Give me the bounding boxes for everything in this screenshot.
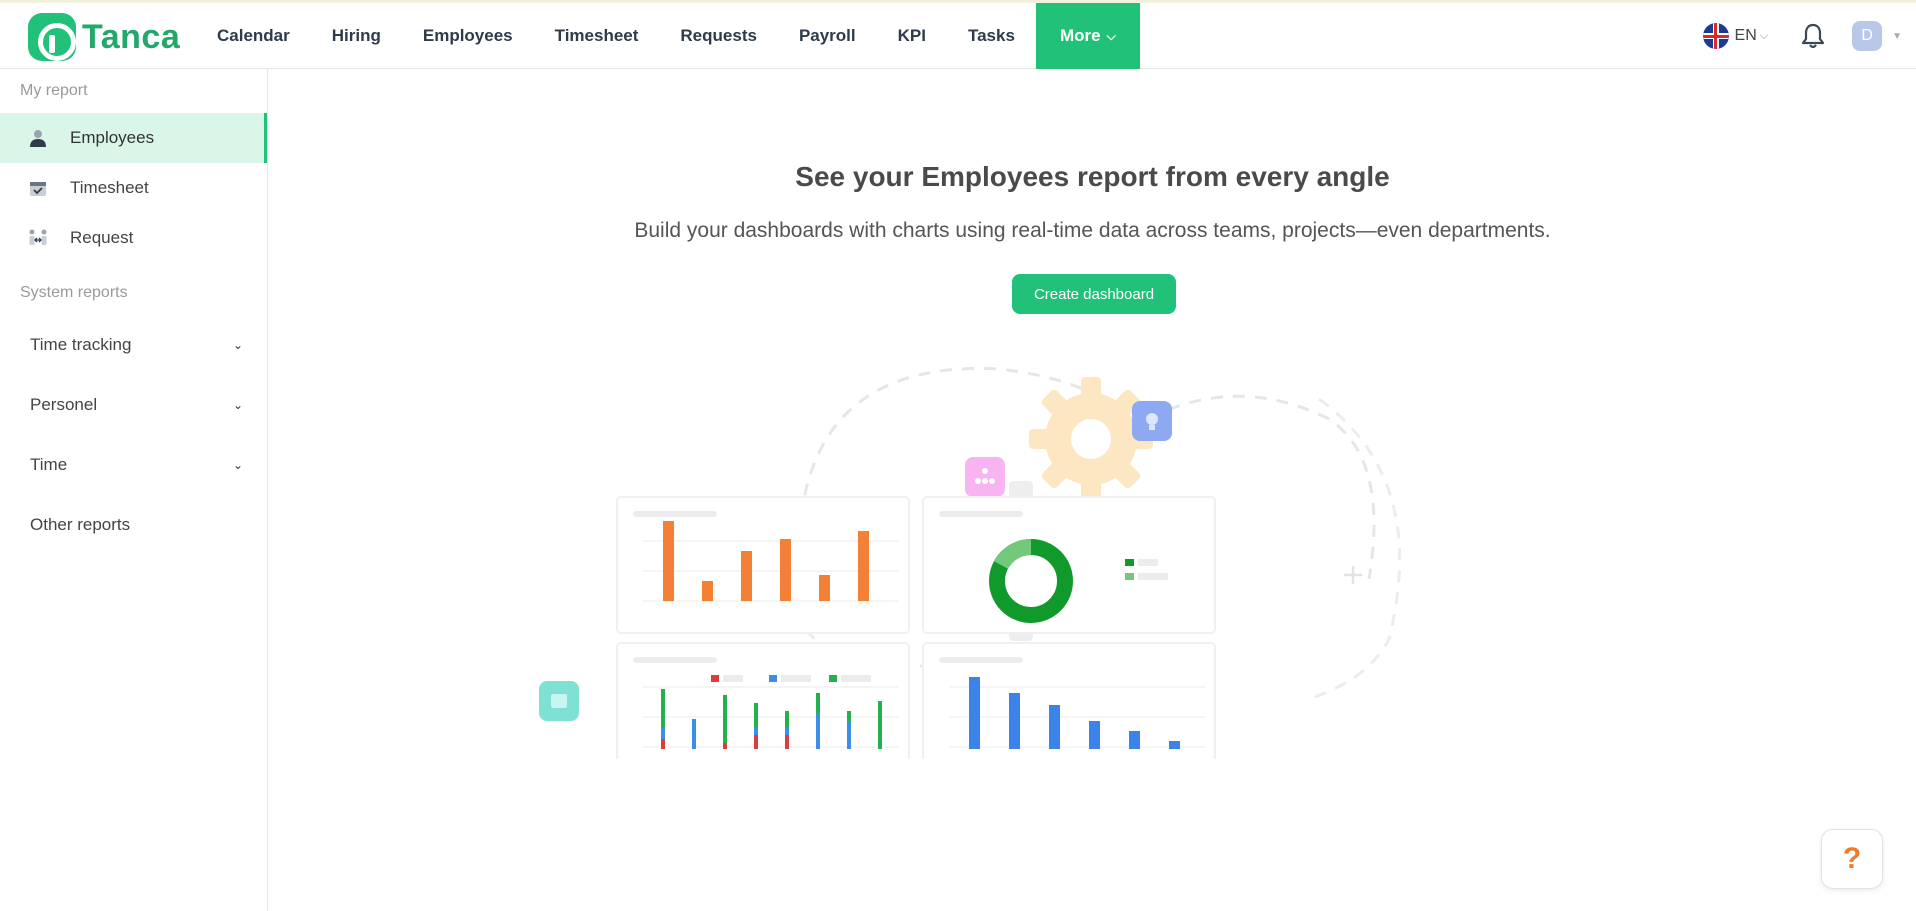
sidebar-item-label: Employees xyxy=(70,128,155,147)
floating-badge-blue xyxy=(1132,401,1172,441)
nav-calendar[interactable]: Calendar xyxy=(196,3,311,69)
sidebar-item-timesheet[interactable]: Timesheet xyxy=(0,163,267,213)
caret-down-icon[interactable]: ▼ xyxy=(1892,31,1902,42)
sidebar-item-other-reports[interactable]: Other reports xyxy=(0,495,267,555)
chevron-down-icon: ⌄ xyxy=(232,398,243,412)
sidebar-dropdown-time-tracking[interactable]: Time tracking ⌄ xyxy=(0,315,267,375)
sidebar-dropdown-label: Time xyxy=(30,455,68,474)
nav-employees[interactable]: Employees xyxy=(402,3,534,69)
main-nav: Calendar Hiring Employees Timesheet Requ… xyxy=(196,3,1140,69)
dashboard-cards-illustration xyxy=(539,401,1216,759)
page-subline: Build your dashboards with charts using … xyxy=(634,219,1551,242)
create-dashboard-button[interactable]: Create dashboard xyxy=(1012,274,1176,314)
nav-more-label: More xyxy=(1059,26,1101,45)
floating-badge-pink xyxy=(965,457,1005,497)
sidebar-dropdown-label: Personel xyxy=(30,395,98,414)
sidebar-item-label: Request xyxy=(70,228,134,247)
sidebar-item-label: Timesheet xyxy=(70,178,149,197)
sidebar-item-label: Other reports xyxy=(30,515,131,534)
sidebar-dropdown-personel[interactable]: Personel ⌄ xyxy=(0,375,267,435)
page-headline: See your Employees report from every ang… xyxy=(795,161,1390,192)
nav-more-button[interactable]: More ⌵ xyxy=(1035,3,1140,69)
nav-kpi[interactable]: KPI xyxy=(877,3,947,69)
nav-timesheet[interactable]: Timesheet xyxy=(534,3,660,69)
system-reports-title: System reports xyxy=(20,284,128,301)
sidebar-item-request[interactable]: Request xyxy=(0,213,267,263)
tanca-logo-icon xyxy=(28,13,76,61)
brand-logo[interactable]: Tanca xyxy=(28,12,180,62)
chevron-down-icon: ⌵ xyxy=(1759,29,1769,42)
uk-flag-icon xyxy=(1702,23,1729,49)
language-selector[interactable]: EN ⌵ xyxy=(1702,23,1769,49)
sidebar-dropdown-time[interactable]: Time ⌄ xyxy=(0,435,267,495)
brand-name: Tanca xyxy=(82,17,181,56)
floating-badge-teal xyxy=(539,681,579,721)
my-report-title: My report xyxy=(20,82,88,99)
user-avatar[interactable]: D xyxy=(1852,21,1883,51)
nav-payroll[interactable]: Payroll xyxy=(778,3,877,69)
header-actions: EN ⌵ D ▼ xyxy=(1702,3,1916,69)
exchange-icon xyxy=(28,228,48,248)
sidebar-dropdown-label: Time tracking xyxy=(30,335,132,354)
nav-hiring[interactable]: Hiring xyxy=(311,3,402,69)
top-navigation-bar: Tanca Calendar Hiring Employees Timeshee… xyxy=(0,0,1916,69)
main-content: See your Employees report from every ang… xyxy=(269,69,1916,911)
report-sidebar: My report Employees Timesheet Request Sy… xyxy=(0,69,268,911)
chevron-down-icon: ⌵ xyxy=(1106,28,1116,43)
notification-bell-icon[interactable] xyxy=(1798,21,1828,51)
chevron-down-icon: ⌄ xyxy=(232,458,243,472)
language-code: EN xyxy=(1734,27,1757,44)
chevron-down-icon: ⌄ xyxy=(232,338,243,352)
nav-tasks[interactable]: Tasks xyxy=(947,3,1036,69)
calendar-check-icon xyxy=(28,178,48,198)
user-icon xyxy=(28,128,48,148)
sidebar-item-employees[interactable]: Employees xyxy=(0,113,267,163)
help-button[interactable]: ? xyxy=(1821,829,1883,889)
nav-requests[interactable]: Requests xyxy=(659,3,778,69)
